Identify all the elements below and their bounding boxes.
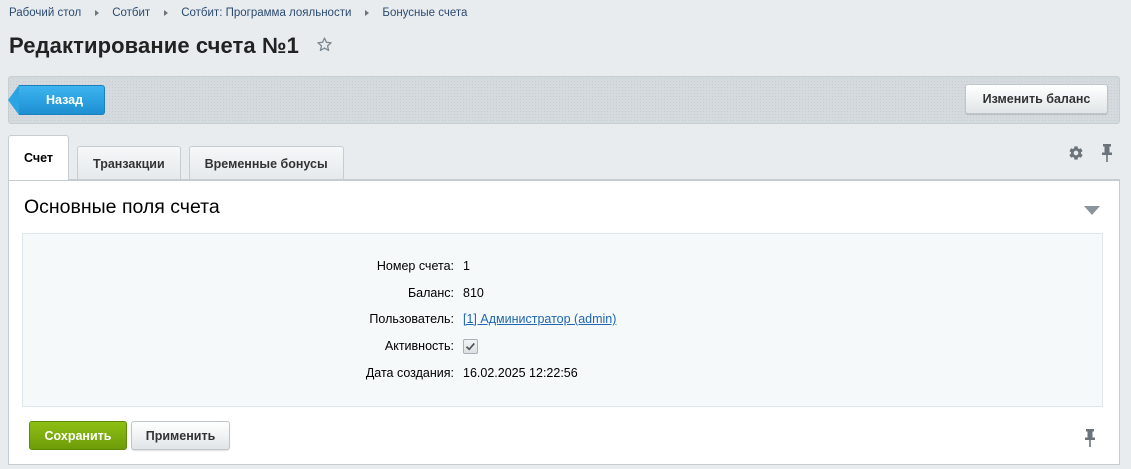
breadcrumb-separator-icon <box>95 10 100 16</box>
account-number-value: 1 <box>463 259 470 273</box>
page-title: Редактирование счета №1 <box>9 33 299 58</box>
balance-value: 810 <box>463 286 484 300</box>
checkmark-icon <box>465 342 475 351</box>
tab-account[interactable]: Счет <box>8 135 70 180</box>
fields-box: Номер счета: 1 Баланс: 810 Пользователь:… <box>22 233 1103 407</box>
created-value: 16.02.2025 12:22:56 <box>463 366 578 380</box>
tab-transactions[interactable]: Транзакции <box>77 146 181 180</box>
account-number-label: Номер счета: <box>376 259 454 273</box>
breadcrumb-item-bonus-accounts[interactable]: Бонусные счета <box>382 7 467 19</box>
active-checkbox[interactable] <box>463 339 478 354</box>
breadcrumb-item-loyalty[interactable]: Сотбит: Программа лояльности <box>181 7 351 19</box>
user-value: [1] Администратор (admin) <box>463 312 616 326</box>
breadcrumb-item-sotbit[interactable]: Сотбит <box>112 7 150 19</box>
apply-button[interactable]: Применить <box>131 421 230 450</box>
gear-icon[interactable] <box>1068 145 1084 166</box>
field-row-user: Пользователь: [1] Администратор (admin) <box>23 312 1102 328</box>
field-row-account-number: Номер счета: 1 <box>23 259 1102 275</box>
chevron-down-icon[interactable] <box>1084 202 1100 220</box>
created-label: Дата создания: <box>365 366 454 380</box>
breadcrumb-separator-icon <box>164 10 169 16</box>
field-row-balance: Баланс: 810 <box>23 286 1102 302</box>
tab-temporary-bonuses[interactable]: Временные бонусы <box>188 146 344 180</box>
change-balance-button[interactable]: Изменить баланс <box>965 84 1108 114</box>
breadcrumb-separator-icon <box>365 10 370 16</box>
user-link[interactable]: [1] Администратор (admin) <box>463 312 616 326</box>
tab-bar: Счет Транзакции Временные бонусы <box>8 134 352 180</box>
tab-tools <box>1068 144 1113 167</box>
back-button[interactable]: Назад <box>8 85 105 115</box>
pin-icon[interactable] <box>1101 144 1113 167</box>
field-row-active: Активность: <box>23 339 1102 355</box>
title-row: Редактирование счета №1 <box>9 33 333 59</box>
breadcrumb-item-desktop[interactable]: Рабочий стол <box>9 7 81 19</box>
form-panel: Основные поля счета Номер счета: 1 Балан… <box>8 179 1120 465</box>
star-icon[interactable] <box>316 36 333 58</box>
breadcrumb: Рабочий стол Сотбит Сотбит: Программа ло… <box>9 6 467 20</box>
toolbar: Назад Изменить баланс <box>8 76 1120 124</box>
active-label: Активность: <box>384 339 454 353</box>
balance-label: Баланс: <box>407 286 454 300</box>
save-button[interactable]: Сохранить <box>29 421 127 450</box>
section-title: Основные поля счета <box>24 196 220 218</box>
user-label: Пользователь: <box>369 312 454 326</box>
pin-icon[interactable] <box>1084 429 1096 452</box>
field-row-created: Дата создания: 16.02.2025 12:22:56 <box>23 366 1102 382</box>
